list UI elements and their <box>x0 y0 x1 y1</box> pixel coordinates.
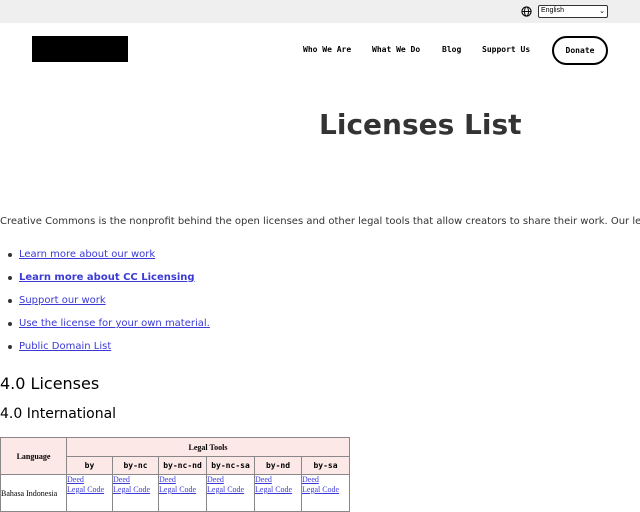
donate-button[interactable]: Donate <box>552 36 608 65</box>
table-header-by-nc: by-nc <box>112 456 159 475</box>
table-cell-by-nc-sa: Deed Legal Code <box>206 474 255 512</box>
table-cell-by-nc-nd: Deed Legal Code <box>158 474 207 512</box>
chevron-down-icon: ⌄ <box>599 8 605 15</box>
table-header-by-sa: by-sa <box>301 456 350 475</box>
deed-link[interactable]: Deed <box>67 475 112 485</box>
link-learn-more-work[interactable]: Learn more about our work <box>19 249 155 260</box>
table-header-by: by <box>66 456 113 475</box>
legal-code-link[interactable]: Legal Code <box>207 485 254 495</box>
legal-code-link[interactable]: Legal Code <box>113 485 158 495</box>
site-logo[interactable] <box>32 36 128 62</box>
bullet <box>8 299 12 303</box>
nav-who-we-are[interactable]: Who We Are <box>303 45 351 54</box>
top-utility-bar: English ⌄ <box>0 0 640 23</box>
deed-link[interactable]: Deed <box>159 475 206 485</box>
licenses-table: Language Legal Tools by by-nc by-nc-nd b… <box>0 437 350 512</box>
table-cell-by-nd: Deed Legal Code <box>254 474 302 512</box>
legal-code-link[interactable]: Legal Code <box>67 485 112 495</box>
link-public-domain-list[interactable]: Public Domain List <box>19 341 111 352</box>
table-row: Bahasa Indonesia Deed Legal Code Deed Le… <box>0 474 350 512</box>
legal-code-link[interactable]: Legal Code <box>302 485 349 495</box>
link-use-license[interactable]: Use the license for your own material. <box>19 318 210 329</box>
bullet <box>8 322 12 326</box>
subsection-heading: 4.0 International <box>0 406 117 422</box>
table-cell-by-sa: Deed Legal Code <box>301 474 350 512</box>
table-cell-by: Deed Legal Code <box>66 474 113 512</box>
language-select-value: English <box>541 7 564 14</box>
link-learn-more-cc-licensing[interactable]: Learn more about CC Licensing <box>19 272 195 283</box>
bullet <box>8 276 12 280</box>
nav-support-us[interactable]: Support Us <box>482 45 530 54</box>
section-heading: 4.0 Licenses <box>0 374 100 393</box>
legal-code-link[interactable]: Legal Code <box>255 485 301 495</box>
deed-link[interactable]: Deed <box>207 475 254 485</box>
link-support-our-work[interactable]: Support our work <box>19 295 106 306</box>
table-cell-language: Bahasa Indonesia <box>0 474 67 512</box>
globe-icon <box>521 6 532 17</box>
deed-link[interactable]: Deed <box>302 475 349 485</box>
legal-code-link[interactable]: Legal Code <box>159 485 206 495</box>
intro-paragraph: Creative Commons is the nonprofit behind… <box>0 216 640 227</box>
table-header-legal-tools: Legal Tools <box>66 437 350 457</box>
deed-link[interactable]: Deed <box>113 475 158 485</box>
table-cell-by-nc: Deed Legal Code <box>112 474 159 512</box>
page-title: Licenses List <box>319 108 522 141</box>
table-header-by-nc-sa: by-nc-sa <box>206 456 255 475</box>
table-header-by-nd: by-nd <box>254 456 302 475</box>
nav-what-we-do[interactable]: What We Do <box>372 45 420 54</box>
bullet <box>8 345 12 349</box>
table-header-by-nc-nd: by-nc-nd <box>158 456 207 475</box>
nav-blog[interactable]: Blog <box>442 45 461 54</box>
language-select[interactable]: English ⌄ <box>538 5 608 18</box>
table-header-language: Language <box>0 437 67 475</box>
bullet <box>8 253 12 257</box>
deed-link[interactable]: Deed <box>255 475 301 485</box>
